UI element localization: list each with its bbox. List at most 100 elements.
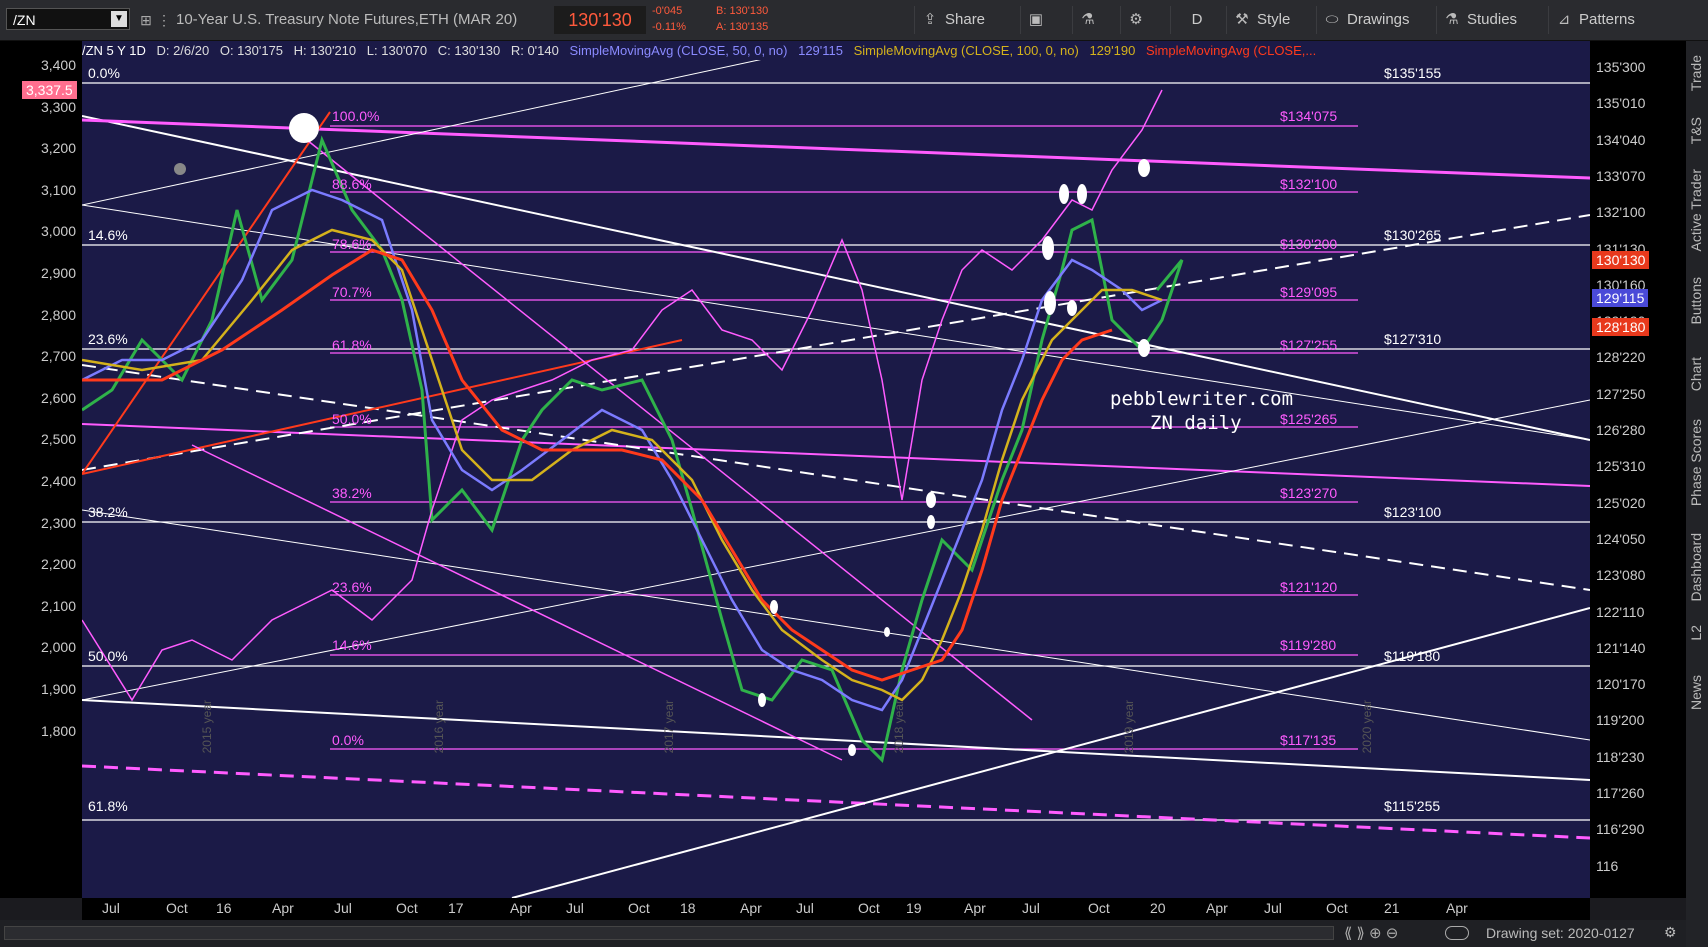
- right-axis-tick: 132'100: [1596, 204, 1646, 221]
- period-button[interactable]: D: [1170, 6, 1223, 34]
- gear-icon[interactable]: ⚙: [1664, 924, 1677, 941]
- sma200-flag: 128'180: [1592, 318, 1650, 336]
- fib-price-magenta: $130'200: [1280, 236, 1338, 252]
- drawing-set-label[interactable]: Drawing set: 2020-0127: [1486, 925, 1635, 941]
- beaker-icon: ⚗: [1445, 11, 1459, 28]
- bar-close: C: 130'130: [437, 43, 501, 58]
- watermark-title: ZN daily: [1150, 412, 1242, 434]
- fib-left-label: 14.6%: [88, 227, 128, 243]
- time-axis-label: Jul: [796, 900, 814, 916]
- last-price: 130'130: [554, 6, 646, 34]
- bar-date: D: 2/6/20: [156, 43, 210, 58]
- time-axis-label: 21: [1384, 900, 1400, 916]
- fib-inner-label: 78.6%: [332, 236, 372, 252]
- overlay-series: [81, 89, 1163, 702]
- right-axis-tick: 128'220: [1596, 349, 1646, 366]
- time-axis[interactable]: Jul Oct 16 Apr Jul Oct 17 Apr Jul Oct 18 Apr Jul Oct 1…: [82, 898, 1590, 920]
- last-price-flag: 130'130: [1592, 251, 1650, 269]
- fib-left-label: 23.6%: [88, 331, 128, 347]
- bar-open: O: 130'175: [219, 43, 284, 58]
- settings-button[interactable]: ⚙: [1120, 6, 1169, 34]
- sidebar-tab[interactable]: Phase Scores: [1688, 419, 1704, 506]
- fib-price-magenta: $119'280: [1280, 637, 1337, 653]
- toggle-icon[interactable]: [1445, 926, 1469, 940]
- chart-canvas[interactable]: [81, 54, 1591, 899]
- right-axis-tick: 118'230: [1596, 748, 1645, 765]
- sidebar-tab[interactable]: Dashboard: [1688, 533, 1704, 602]
- study-info-bar: /ZN 5 Y 1D D: 2/6/20 O: 130'175 H: 130'2…: [82, 41, 1590, 60]
- style-button[interactable]: ⚒ Style: [1226, 6, 1296, 34]
- year-marker: 2015 year: [200, 700, 214, 754]
- net-change: -0'045: [652, 5, 683, 17]
- left-axis-tick: 3,000: [40, 223, 76, 240]
- right-axis-tick: 135'010: [1596, 95, 1646, 112]
- sma100-label[interactable]: SimpleMovingAvg (CLOSE, 100, 0, no): [854, 43, 1079, 58]
- flask-button[interactable]: ⚗: [1072, 6, 1121, 34]
- snapshot-button[interactable]: ▣: [1020, 6, 1069, 34]
- left-axis-tick: 2,300: [40, 514, 76, 531]
- left-axis-tick: 2,500: [40, 431, 76, 448]
- sidebar-tab[interactable]: Trade: [1688, 55, 1704, 91]
- symbol-input[interactable]: /ZN ▼: [6, 8, 130, 30]
- right-axis-tick: 125'310: [1596, 458, 1646, 475]
- fib-price-white: $135'155: [1384, 65, 1442, 81]
- time-axis-label: Jul: [566, 900, 584, 916]
- sidebar-tab[interactable]: Buttons: [1688, 277, 1704, 324]
- fib-price-white: $127'310: [1384, 331, 1442, 347]
- share-label: Share: [945, 11, 986, 28]
- fib-price-white: $123'100: [1384, 504, 1442, 520]
- left-axis-tick: 2,000: [40, 639, 76, 656]
- sma200-label[interactable]: SimpleMovingAvg (CLOSE,...: [1146, 43, 1316, 58]
- studies-button[interactable]: ⚗ Studies: [1436, 6, 1523, 34]
- fib-left-label: 50.0%: [88, 648, 128, 664]
- sidebar-tab[interactable]: Chart: [1688, 357, 1704, 391]
- chart-symbol: /ZN 5 Y 1D: [82, 43, 146, 58]
- time-axis-label: Apr: [510, 900, 532, 916]
- fib-inner-label: 88.6%: [332, 176, 372, 192]
- toolbar: /ZN ▼ ⊞ ⋮ 10-Year U.S. Treasury Note Futu…: [0, 0, 1708, 41]
- right-sidebar: Trade T&S Active Trader Buttons Chart Phase S…: [1686, 41, 1708, 947]
- sma100-value: 129'190: [1089, 43, 1136, 58]
- left-axis-tick: 3,100: [40, 181, 76, 198]
- link-icon[interactable]: ⊞: [136, 10, 156, 30]
- drawings-button[interactable]: ⬭ Drawings: [1316, 6, 1416, 34]
- patterns-button[interactable]: ⊿ Patterns: [1548, 6, 1641, 34]
- left-axis-tick: 2,900: [40, 265, 76, 281]
- watermark-site: pebblewriter.com: [1110, 388, 1294, 410]
- ellipse-icon: ⬭: [1325, 11, 1339, 28]
- horizontal-scrollbar[interactable]: [4, 926, 1334, 940]
- sma50-label[interactable]: SimpleMovingAvg (CLOSE, 50, 0, no): [569, 43, 787, 58]
- fib-inner-label: 70.7%: [332, 284, 372, 300]
- sidebar-tab[interactable]: T&S: [1688, 117, 1704, 144]
- ask-price: A: 130'135: [716, 21, 769, 33]
- fib-inner-label: 50.0%: [332, 411, 372, 427]
- left-price-axis[interactable]: 3,400 3,300 3,200 3,100 3,000 2,900 2,800 2,700…: [0, 41, 82, 898]
- chevron-down-icon[interactable]: ▼: [111, 11, 127, 27]
- sma50-flag: 129'115: [1592, 289, 1649, 307]
- time-axis-label: 19: [906, 900, 922, 916]
- right-axis-tick: 123'080: [1596, 567, 1646, 584]
- sidebar-tab[interactable]: Active Trader: [1688, 169, 1704, 251]
- bar-low: L: 130'070: [366, 43, 428, 58]
- share-button[interactable]: ⇪ Share: [914, 6, 991, 34]
- chart-panel[interactable]: 0.0% 14.6% 23.6% 38.2% 50.0% 61.8% 100.0% 88.6…: [81, 54, 1591, 899]
- time-axis-label: 16: [216, 900, 232, 916]
- time-axis-label: Oct: [858, 900, 880, 916]
- bar-high: H: 130'210: [293, 43, 357, 58]
- fib-inner-label: 100.0%: [332, 108, 380, 124]
- sma50-value: 129'115: [798, 43, 843, 58]
- bottom-bar: ⟪ ⟫ ⊕ ⊖ Drawing set: 2020-0127 ⚙: [0, 920, 1686, 947]
- fib-price-white: $119'180: [1384, 648, 1441, 664]
- bar-range: R: 0'140: [510, 43, 559, 58]
- right-axis-tick: 119'200: [1596, 712, 1645, 729]
- right-price-axis[interactable]: 135'300 135'010 134'040 133'070 132'100 131'1…: [1590, 41, 1686, 898]
- time-axis-label: Jul: [1264, 900, 1282, 916]
- drawings-label: Drawings: [1347, 11, 1410, 28]
- symbol-text: /ZN: [13, 12, 36, 28]
- zoom-controls[interactable]: ⟪ ⟫ ⊕ ⊖: [1344, 924, 1398, 942]
- menu-icon[interactable]: ⋮: [154, 10, 174, 30]
- left-axis-flag: 3,337.5: [22, 81, 77, 99]
- sidebar-tab[interactable]: L2: [1688, 625, 1704, 641]
- time-axis-label: Oct: [166, 900, 188, 916]
- sidebar-tab[interactable]: News: [1688, 675, 1704, 710]
